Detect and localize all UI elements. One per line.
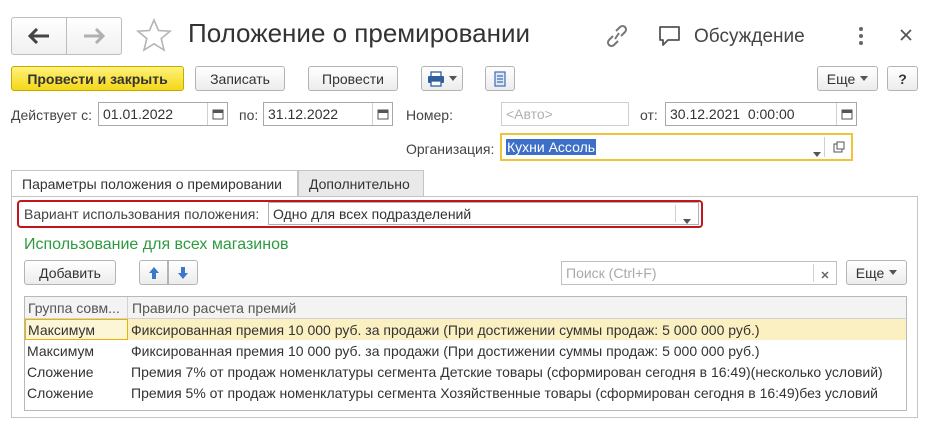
- close-icon[interactable]: [899, 28, 913, 45]
- tab-parameters[interactable]: Параметры положения о премировании: [11, 170, 298, 197]
- chevron-down-icon: [449, 76, 457, 81]
- post-and-close-button[interactable]: Провести и закрыть: [11, 66, 184, 91]
- help-button[interactable]: ?: [887, 66, 918, 91]
- cell-group: Сложение: [27, 384, 94, 401]
- dropdown-arrow-icon[interactable]: [813, 144, 821, 160]
- valid-to-value: 31.12.2022: [268, 106, 339, 122]
- variant-label: Вариант использования положения:: [24, 206, 260, 222]
- search-placeholder: Поиск (Ctrl+F): [566, 265, 657, 281]
- date-value: 30.12.2021 0:00:00: [670, 106, 795, 122]
- report-button[interactable]: [485, 66, 515, 91]
- back-button[interactable]: [11, 17, 67, 55]
- valid-to-label: по:: [239, 107, 259, 123]
- number-label: Номер:: [406, 107, 453, 123]
- cell-rule: Премия 5% от продаж номенклатуры сегмент…: [131, 384, 878, 401]
- cell-rule: Фиксированная премия 10 000 руб. за прод…: [131, 342, 760, 359]
- cell-group: Максимум: [27, 342, 94, 359]
- save-button[interactable]: Записать: [195, 66, 285, 91]
- column-header-group[interactable]: Группа совм...: [25, 297, 128, 319]
- organization-field[interactable]: Кухни Ассоль: [500, 133, 853, 161]
- calendar-icon[interactable]: [372, 103, 392, 125]
- rules-table[interactable]: Группа совм... Правило расчета премий Ма…: [24, 296, 907, 411]
- date-field[interactable]: 30.12.2021 0:00:00: [665, 102, 857, 126]
- move-up-button[interactable]: [139, 260, 168, 285]
- search-input[interactable]: Поиск (Ctrl+F): [561, 261, 837, 285]
- arrow-down-icon: [178, 266, 188, 279]
- table-more-label: Еще: [855, 264, 885, 281]
- post-button[interactable]: Провести: [308, 66, 398, 91]
- organization-label: Организация:: [406, 141, 495, 157]
- number-field[interactable]: <Авто>: [501, 102, 629, 126]
- print-button[interactable]: [421, 66, 463, 91]
- column-header-rule[interactable]: Правило расчета премий: [129, 297, 899, 319]
- chevron-down-icon: [860, 76, 869, 81]
- printer-icon: [428, 70, 444, 87]
- arrow-right-icon: [84, 28, 105, 44]
- clear-search-icon[interactable]: [820, 267, 830, 283]
- cell-rule: Премия 7% от продаж номенклатуры сегмент…: [131, 363, 883, 380]
- variant-select[interactable]: Одно для всех подразделений: [268, 202, 699, 225]
- valid-from-field[interactable]: 01.01.2022: [98, 102, 228, 126]
- table-header: Группа совм... Правило расчета премий: [25, 297, 906, 319]
- table-row[interactable]: Максимум Фиксированная премия 10 000 руб…: [25, 319, 906, 340]
- chevron-down-icon: [889, 270, 898, 275]
- table-row[interactable]: Сложение Премия 5% от продаж номенклатур…: [25, 382, 906, 403]
- cell-rule: Фиксированная премия 10 000 руб. за прод…: [131, 321, 760, 338]
- calendar-icon[interactable]: [836, 103, 856, 125]
- more-button[interactable]: Еще: [817, 66, 878, 91]
- page-title: Положение о премировании: [188, 18, 531, 48]
- valid-to-field[interactable]: 31.12.2022: [263, 102, 393, 126]
- cell-group: Сложение: [27, 363, 94, 380]
- arrow-left-icon: [28, 28, 49, 44]
- tab-additional[interactable]: Дополнительно: [298, 170, 424, 196]
- valid-from-value: 01.01.2022: [103, 106, 174, 122]
- forward-button[interactable]: [66, 17, 122, 55]
- calendar-icon[interactable]: [207, 103, 227, 125]
- organization-value: Кухни Ассоль: [506, 139, 597, 155]
- move-down-button[interactable]: [168, 260, 198, 285]
- open-icon[interactable]: [833, 140, 845, 156]
- more-vertical-icon[interactable]: [856, 26, 866, 49]
- link-icon[interactable]: [604, 24, 630, 51]
- section-title: Использование для всех магазинов: [24, 236, 289, 253]
- number-placeholder: <Авто>: [506, 106, 553, 122]
- variant-value: Одно для всех подразделений: [273, 205, 472, 222]
- discussion-link[interactable]: Обсуждение: [694, 26, 805, 48]
- more-label: Еще: [826, 70, 856, 87]
- cell-group: Максимум: [25, 319, 128, 340]
- discussion-icon[interactable]: [657, 24, 683, 51]
- favorite-star-icon[interactable]: [135, 17, 173, 55]
- document-list-icon: [494, 70, 506, 87]
- table-row[interactable]: Сложение Премия 7% от продаж номенклатур…: [25, 361, 906, 382]
- arrow-up-icon: [148, 266, 159, 279]
- add-button[interactable]: Добавить: [24, 260, 116, 285]
- dropdown-arrow-icon[interactable]: [683, 211, 691, 227]
- valid-from-label: Действует с:: [11, 107, 92, 123]
- table-row[interactable]: Максимум Фиксированная премия 10 000 руб…: [25, 340, 906, 361]
- table-more-button[interactable]: Еще: [846, 260, 907, 285]
- date-label: от:: [640, 107, 658, 123]
